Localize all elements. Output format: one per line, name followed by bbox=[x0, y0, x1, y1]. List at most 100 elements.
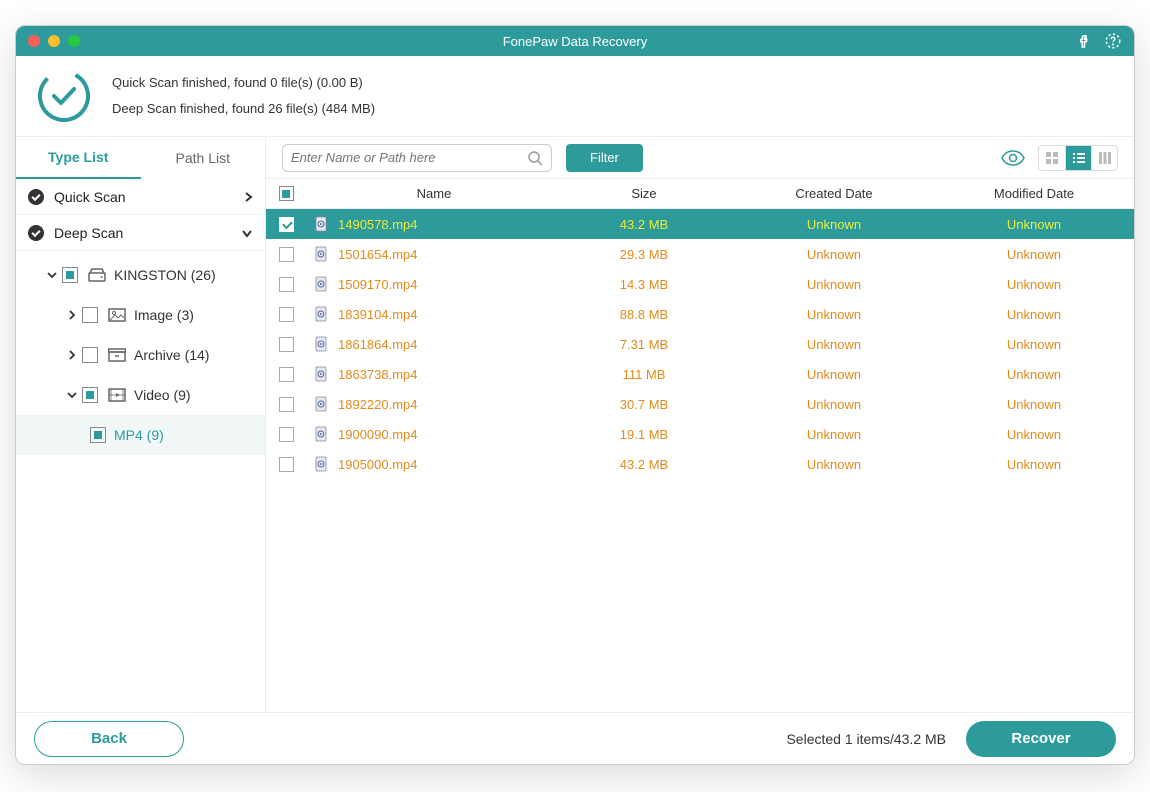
table-row[interactable]: 1861864.mp47.31 MBUnknownUnknown bbox=[266, 329, 1134, 359]
filter-button[interactable]: Filter bbox=[566, 144, 643, 172]
row-checkbox[interactable] bbox=[279, 247, 294, 262]
search-input-wrapper[interactable] bbox=[282, 144, 552, 172]
maximize-window-button[interactable] bbox=[68, 35, 80, 47]
drive-icon bbox=[86, 268, 108, 282]
chevron-right-icon bbox=[243, 191, 253, 203]
file-created: Unknown bbox=[734, 277, 934, 292]
file-name: 1839104.mp4 bbox=[338, 307, 418, 322]
row-checkbox[interactable] bbox=[279, 217, 294, 232]
file-created: Unknown bbox=[734, 247, 934, 262]
file-modified: Unknown bbox=[934, 307, 1134, 322]
group-label: Quick Scan bbox=[54, 189, 126, 205]
file-icon bbox=[314, 276, 330, 292]
file-icon bbox=[314, 396, 330, 412]
tree-node-image[interactable]: Image (3) bbox=[16, 295, 265, 335]
file-modified: Unknown bbox=[934, 277, 1134, 292]
chevron-down-icon bbox=[241, 228, 253, 238]
row-checkbox[interactable] bbox=[279, 457, 294, 472]
tree-label: Archive (14) bbox=[134, 347, 209, 363]
table-body: 1490578.mp443.2 MBUnknownUnknown1501654.… bbox=[266, 209, 1134, 712]
search-input[interactable] bbox=[291, 150, 527, 165]
chevron-down-icon bbox=[62, 390, 82, 400]
view-grid-button[interactable] bbox=[1039, 146, 1065, 170]
column-created[interactable]: Created Date bbox=[734, 186, 934, 201]
file-size: 19.1 MB bbox=[554, 427, 734, 442]
group-label: Deep Scan bbox=[54, 225, 123, 241]
table-row[interactable]: 1509170.mp414.3 MBUnknownUnknown bbox=[266, 269, 1134, 299]
checkbox-indeterminate[interactable] bbox=[82, 387, 98, 403]
file-size: 43.2 MB bbox=[554, 457, 734, 472]
table-row[interactable]: 1892220.mp430.7 MBUnknownUnknown bbox=[266, 389, 1134, 419]
tree-label: KINGSTON (26) bbox=[114, 267, 216, 283]
row-checkbox[interactable] bbox=[279, 367, 294, 382]
file-icon bbox=[314, 246, 330, 262]
file-size: 111 MB bbox=[554, 367, 734, 382]
file-icon bbox=[314, 336, 330, 352]
back-button[interactable]: Back bbox=[34, 721, 184, 757]
view-columns-button[interactable] bbox=[1091, 146, 1117, 170]
footer: Back Selected 1 items/43.2 MB Recover bbox=[16, 712, 1134, 764]
file-size: 43.2 MB bbox=[554, 217, 734, 232]
row-checkbox[interactable] bbox=[279, 307, 294, 322]
titlebar: FonePaw Data Recovery bbox=[16, 26, 1134, 56]
tab-type-list[interactable]: Type List bbox=[16, 137, 141, 179]
checkbox-indeterminate[interactable] bbox=[90, 427, 106, 443]
table-row[interactable]: 1839104.mp488.8 MBUnknownUnknown bbox=[266, 299, 1134, 329]
chevron-down-icon bbox=[42, 270, 62, 280]
column-modified[interactable]: Modified Date bbox=[934, 186, 1134, 201]
tree-label: Image (3) bbox=[134, 307, 194, 323]
file-size: 88.8 MB bbox=[554, 307, 734, 322]
minimize-window-button[interactable] bbox=[48, 35, 60, 47]
file-name: 1509170.mp4 bbox=[338, 277, 418, 292]
quick-scan-status: Quick Scan finished, found 0 file(s) (0.… bbox=[112, 70, 375, 96]
file-created: Unknown bbox=[734, 337, 934, 352]
right-panel: Filter Name Size Created Date Modified D… bbox=[266, 137, 1134, 712]
file-name: 1490578.mp4 bbox=[338, 217, 418, 232]
help-icon[interactable] bbox=[1104, 32, 1122, 50]
row-checkbox[interactable] bbox=[279, 427, 294, 442]
table-row[interactable]: 1905000.mp443.2 MBUnknownUnknown bbox=[266, 449, 1134, 479]
column-size[interactable]: Size bbox=[554, 186, 734, 201]
file-icon bbox=[314, 426, 330, 442]
row-checkbox[interactable] bbox=[279, 397, 294, 412]
file-modified: Unknown bbox=[934, 457, 1134, 472]
file-size: 30.7 MB bbox=[554, 397, 734, 412]
checkbox[interactable] bbox=[82, 347, 98, 363]
select-all-checkbox[interactable] bbox=[279, 186, 294, 201]
table-header: Name Size Created Date Modified Date bbox=[266, 179, 1134, 209]
tree-node-video[interactable]: Video (9) bbox=[16, 375, 265, 415]
group-deep-scan[interactable]: Deep Scan bbox=[16, 215, 265, 251]
file-size: 7.31 MB bbox=[554, 337, 734, 352]
table-row[interactable]: 1490578.mp443.2 MBUnknownUnknown bbox=[266, 209, 1134, 239]
scan-summary-header: Quick Scan finished, found 0 file(s) (0.… bbox=[16, 56, 1134, 137]
table-row[interactable]: 1863738.mp4111 MBUnknownUnknown bbox=[266, 359, 1134, 389]
tab-path-list[interactable]: Path List bbox=[141, 137, 266, 179]
search-icon bbox=[527, 150, 543, 166]
recover-button[interactable]: Recover bbox=[966, 721, 1116, 757]
tree-node-mp4[interactable]: MP4 (9) bbox=[16, 415, 265, 455]
row-checkbox[interactable] bbox=[279, 337, 294, 352]
file-name: 1905000.mp4 bbox=[338, 457, 418, 472]
app-window: FonePaw Data Recovery Quick Scan finishe… bbox=[15, 25, 1135, 765]
group-quick-scan[interactable]: Quick Scan bbox=[16, 179, 265, 215]
tree-node-device[interactable]: KINGSTON (26) bbox=[16, 255, 265, 295]
close-window-button[interactable] bbox=[28, 35, 40, 47]
file-created: Unknown bbox=[734, 397, 934, 412]
checkbox[interactable] bbox=[82, 307, 98, 323]
column-name[interactable]: Name bbox=[306, 186, 554, 201]
preview-icon[interactable] bbox=[1000, 149, 1026, 167]
file-name: 1900090.mp4 bbox=[338, 427, 418, 442]
file-icon bbox=[314, 366, 330, 382]
tree-node-archive[interactable]: Archive (14) bbox=[16, 335, 265, 375]
chevron-right-icon bbox=[62, 310, 82, 320]
file-modified: Unknown bbox=[934, 217, 1134, 232]
view-list-button[interactable] bbox=[1065, 146, 1091, 170]
file-created: Unknown bbox=[734, 307, 934, 322]
table-row[interactable]: 1501654.mp429.3 MBUnknownUnknown bbox=[266, 239, 1134, 269]
file-icon bbox=[314, 306, 330, 322]
row-checkbox[interactable] bbox=[279, 277, 294, 292]
facebook-icon[interactable] bbox=[1074, 32, 1092, 50]
table-row[interactable]: 1900090.mp419.1 MBUnknownUnknown bbox=[266, 419, 1134, 449]
file-created: Unknown bbox=[734, 367, 934, 382]
checkbox-indeterminate[interactable] bbox=[62, 267, 78, 283]
